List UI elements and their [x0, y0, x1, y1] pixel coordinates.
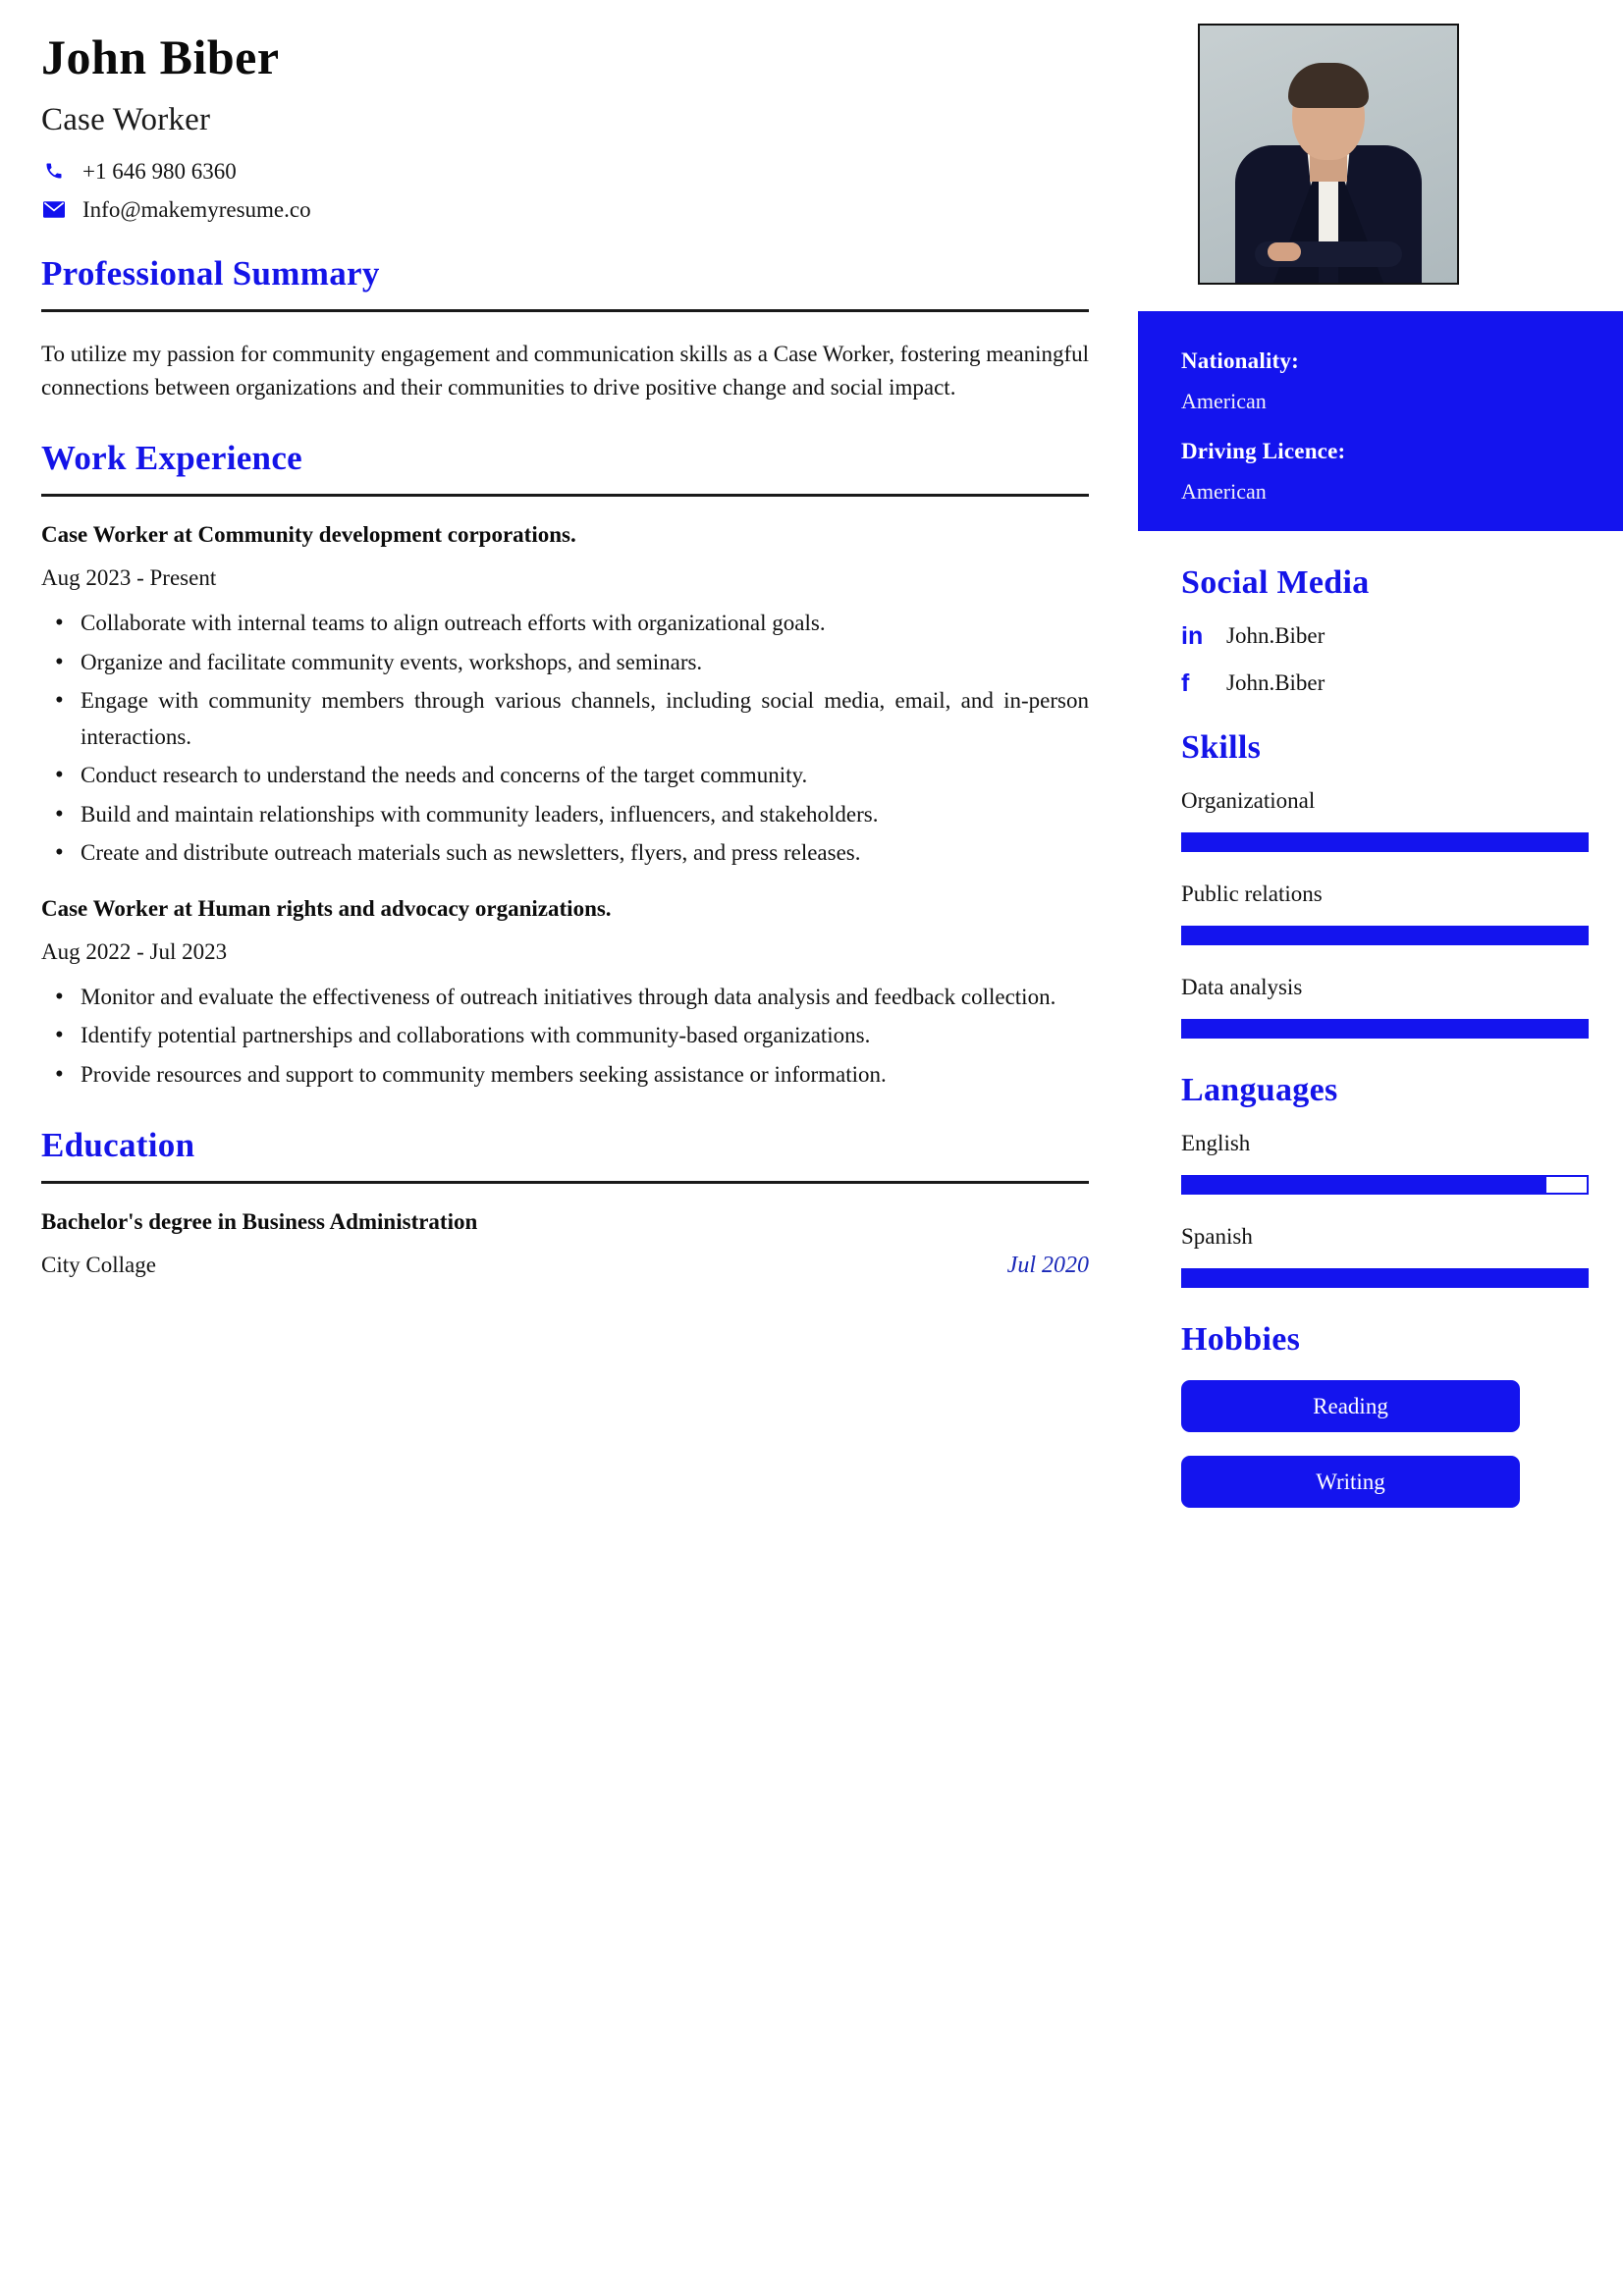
language-bar-fill [1183, 1270, 1587, 1286]
list-item: Create and distribute outreach materials… [41, 833, 1089, 874]
page-title: John Biber [41, 29, 280, 84]
skill-bar-fill [1183, 1021, 1587, 1037]
skill-bar [1181, 832, 1589, 852]
work-entry-title: Case Worker at Human rights and advocacy… [41, 896, 612, 922]
facebook-icon: f [1181, 668, 1190, 697]
social-handle: John.Biber [1226, 623, 1325, 648]
language-label: English [1181, 1131, 1251, 1155]
language-bar [1181, 1175, 1589, 1195]
driving-licence-label: Driving Licence: [1181, 439, 1346, 463]
email-text: Info@makemyresume.co [82, 196, 311, 222]
work-entry-title: Case Worker at Community development cor… [41, 522, 576, 548]
contact-phone[interactable]: +1 646 980 6360 [41, 160, 1089, 183]
list-item: Conduct research to understand the needs… [41, 756, 1089, 796]
skill-label: Data analysis [1181, 975, 1303, 999]
social-handle: John.Biber [1226, 670, 1325, 695]
main-column: John Biber Case Worker +1 646 980 6360 I… [0, 0, 1138, 1279]
envelope-icon [41, 200, 67, 218]
skill-label: Public relations [1181, 881, 1323, 906]
skill-bar-fill [1183, 928, 1587, 943]
skill-item: Organizational [1181, 788, 1589, 852]
work-entry-dates: Aug 2022 - Jul 2023 [41, 939, 228, 965]
section-title-summary: Professional Summary [41, 253, 380, 293]
list-item: Engage with community members through va… [41, 681, 1089, 756]
work-entry-duties: Monitor and evaluate the effectiveness o… [41, 978, 1089, 1095]
work-entry-duties: Collaborate with internal teams to align… [41, 604, 1089, 874]
section-title-hobbies: Hobbies [1181, 1321, 1301, 1358]
avatar [1198, 24, 1459, 285]
resume-page: John Biber Case Worker +1 646 980 6360 I… [0, 0, 1623, 2296]
section-title-work: Work Experience [41, 439, 302, 478]
skill-bar-fill [1183, 834, 1587, 850]
work-entry-dates: Aug 2023 - Present [41, 565, 217, 591]
list-item: Organize and facilitate community events… [41, 643, 1089, 683]
skill-item: Data analysis [1181, 975, 1589, 1039]
linkedin-icon: in [1181, 621, 1204, 650]
portrait-hand [1268, 242, 1301, 261]
driving-licence-value: American [1181, 479, 1267, 504]
skill-bar [1181, 926, 1589, 945]
work-entry: Case Worker at Human rights and advocacy… [41, 896, 1089, 1095]
language-item: English [1181, 1131, 1589, 1195]
language-item: Spanish [1181, 1224, 1589, 1288]
list-item: Provide resources and support to communi… [41, 1055, 1089, 1095]
section-title-languages: Languages [1181, 1072, 1338, 1108]
skill-bar [1181, 1019, 1589, 1039]
education-degree: Bachelor's degree in Business Administra… [41, 1208, 478, 1234]
skill-label: Organizational [1181, 788, 1316, 813]
education-entry: Bachelor's degree in Business Administra… [41, 1209, 1089, 1279]
personal-info-box: Nationality: American Driving Licence: A… [1138, 311, 1623, 531]
education-date: Jul 2020 [1006, 1252, 1089, 1278]
section-title-education: Education [41, 1125, 195, 1164]
section-divider [41, 308, 1089, 312]
education-detail-row: City Collage Jul 2020 [41, 1253, 1089, 1279]
sidebar: Nationality: American Driving Licence: A… [1138, 0, 1623, 1531]
phone-icon [41, 161, 67, 181]
social-item-facebook[interactable]: f John.Biber [1181, 670, 1589, 696]
hobby-chip: Reading [1181, 1380, 1520, 1432]
list-item: Identify potential partnerships and coll… [41, 1016, 1089, 1056]
skill-item: Public relations [1181, 881, 1589, 945]
language-bar-fill [1183, 1177, 1546, 1193]
phone-text: +1 646 980 6360 [82, 158, 237, 184]
sidebar-content: Social Media in John.Biber f John.Biber … [1138, 564, 1623, 1508]
nationality-value: American [1181, 389, 1267, 413]
section-divider [41, 1180, 1089, 1184]
social-item-linkedin[interactable]: in John.Biber [1181, 623, 1589, 649]
job-title: Case Worker [41, 101, 211, 137]
work-entry: Case Worker at Community development cor… [41, 522, 1089, 874]
language-bar [1181, 1268, 1589, 1288]
nationality-label: Nationality: [1181, 348, 1299, 373]
section-title-skills: Skills [1181, 729, 1262, 766]
list-item: Monitor and evaluate the effectiveness o… [41, 978, 1089, 1018]
list-item: Build and maintain relationships with co… [41, 795, 1089, 835]
list-item: Collaborate with internal teams to align… [41, 604, 1089, 644]
language-label: Spanish [1181, 1224, 1253, 1249]
summary-text: To utilize my passion for community enga… [41, 341, 1090, 400]
section-title-social-media: Social Media [1181, 564, 1370, 601]
section-divider [41, 494, 1089, 498]
contact-email[interactable]: Info@makemyresume.co [41, 198, 1089, 221]
hobby-chip: Writing [1181, 1456, 1520, 1508]
education-school: City Collage [41, 1252, 156, 1277]
